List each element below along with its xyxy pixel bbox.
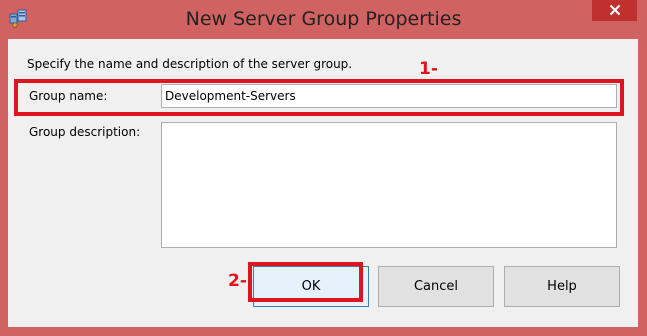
help-button[interactable]: Help bbox=[504, 266, 620, 307]
annotation-step-2: 2- bbox=[228, 271, 247, 291]
title-bar[interactable]: New Server Group Properties bbox=[0, 0, 647, 38]
dialog-content: Specify the name and description of the … bbox=[8, 39, 638, 327]
annotation-box-ok bbox=[248, 262, 363, 302]
window-title: New Server Group Properties bbox=[185, 8, 462, 30]
instruction-text: Specify the name and description of the … bbox=[27, 57, 353, 71]
dialog-window: New Server Group Properties Specify the … bbox=[0, 0, 647, 336]
annotation-step-1: 1- bbox=[419, 59, 438, 79]
group-description-input[interactable] bbox=[161, 122, 617, 248]
group-description-label: Group description: bbox=[29, 125, 141, 139]
close-button[interactable] bbox=[592, 0, 637, 21]
annotation-box-group-name bbox=[14, 79, 624, 116]
close-icon bbox=[609, 1, 621, 20]
cancel-button[interactable]: Cancel bbox=[378, 266, 494, 307]
